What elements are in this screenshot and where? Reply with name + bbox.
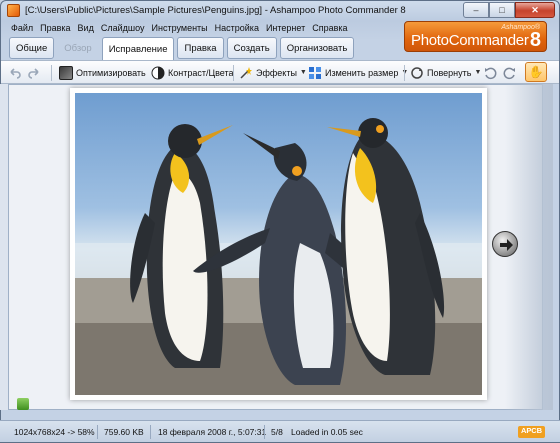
tab-organize[interactable]: Организовать [279,37,355,59]
rotate-dropdown-icon[interactable]: ▼ [474,69,481,76]
rotate-label: Повернуть [427,67,472,78]
menu-view[interactable]: Вид [78,23,94,33]
resize-label: Изменить размер [325,67,399,78]
menu-help[interactable]: Справка [312,23,347,33]
maximize-button[interactable]: □ [489,2,515,18]
rotate-right-icon [503,67,515,79]
minimize-button[interactable]: ‒ [463,2,489,18]
status-file-size: 759.60 KB [104,427,144,437]
effects-icon [240,66,252,79]
effects-label: Эффекты [256,67,297,78]
tab-edit[interactable]: Правка [177,37,224,59]
contrast-label: Контраст/Цвета [168,67,234,78]
toolbar: Оптимизировать Контраст/Цвета Эффекты ▼ … [1,60,559,84]
rotate-button[interactable]: Повернуть ▼ [410,64,481,81]
app-icon[interactable] [7,4,20,17]
title-bar: [C:\Users\Public\Pictures\Sample Picture… [1,1,559,21]
logo-product: PhotoCommander [411,32,529,49]
rotate-icon [411,66,423,79]
menu-slideshow[interactable]: Слайдшоу [101,23,145,33]
next-image-button[interactable] [492,231,518,257]
effects-button[interactable]: Эффекты ▼ [239,64,307,81]
status-date: 18 февраля 2008 г., 5:07:31 [158,427,267,437]
redo-icon [28,67,39,79]
menu-edit[interactable]: Правка [40,23,70,33]
tab-fix[interactable]: Исправление [101,37,175,62]
folder-sync-icon[interactable] [17,398,29,410]
tab-general[interactable]: Общие [9,37,55,59]
status-bar: 1024x768x24 -> 58% 759.60 KB 18 февраля … [0,420,560,442]
logo-version: 8 [529,29,541,51]
pan-tool-button[interactable]: ✋ [525,62,547,82]
next-arrow-icon [500,239,513,251]
photo-frame [70,88,487,400]
penguin-photo-illustration [75,118,482,395]
menu-file[interactable]: Файл [11,23,33,33]
undo-button[interactable] [8,64,22,81]
menu-internet[interactable]: Интернет [266,23,305,33]
tab-create[interactable]: Создать [226,37,277,59]
status-dimensions: 1024x768x24 -> 58% [14,427,95,437]
window-title: [C:\Users\Public\Pictures\Sample Picture… [25,5,406,16]
resize-button[interactable]: Изменить размер ▼ [308,64,408,81]
product-logo: Ashampoo® PhotoCommander 8 [404,21,547,52]
wand-icon [59,65,73,80]
undo-icon [10,67,21,79]
resize-icon [309,66,321,79]
window-controls: ‒ □ ✕ [463,2,555,18]
rotate-left-icon [485,67,497,79]
hand-icon: ✋ [528,65,544,79]
rotate-right-button[interactable] [503,64,517,81]
menu-tools[interactable]: Инструменты [152,23,208,33]
status-load-time: Loaded in 0.05 sec [291,427,363,437]
status-position: 5/8 [271,427,283,437]
status-badge: АРСВ [518,426,546,438]
contrast-icon [151,66,165,79]
menu-bar: Файл Правка Вид Слайдшоу Инструменты Нас… [11,23,348,33]
penguin-photo[interactable] [75,93,482,395]
effects-dropdown-icon[interactable]: ▼ [300,69,307,76]
menu-settings[interactable]: Настройка [215,23,259,33]
rotate-left-button[interactable] [483,64,497,81]
close-button[interactable]: ✕ [515,2,555,18]
viewer-left-edge [0,84,8,410]
optimize-button[interactable]: Оптимизировать [59,64,146,81]
contrast-button[interactable]: Контраст/Цвета [151,64,234,81]
redo-button[interactable] [27,64,41,81]
tab-browse: Обзор [64,42,92,54]
optimize-label: Оптимизировать [76,67,146,78]
tab-strip: Общие Обзор Исправление Правка Создать О… [9,37,355,62]
